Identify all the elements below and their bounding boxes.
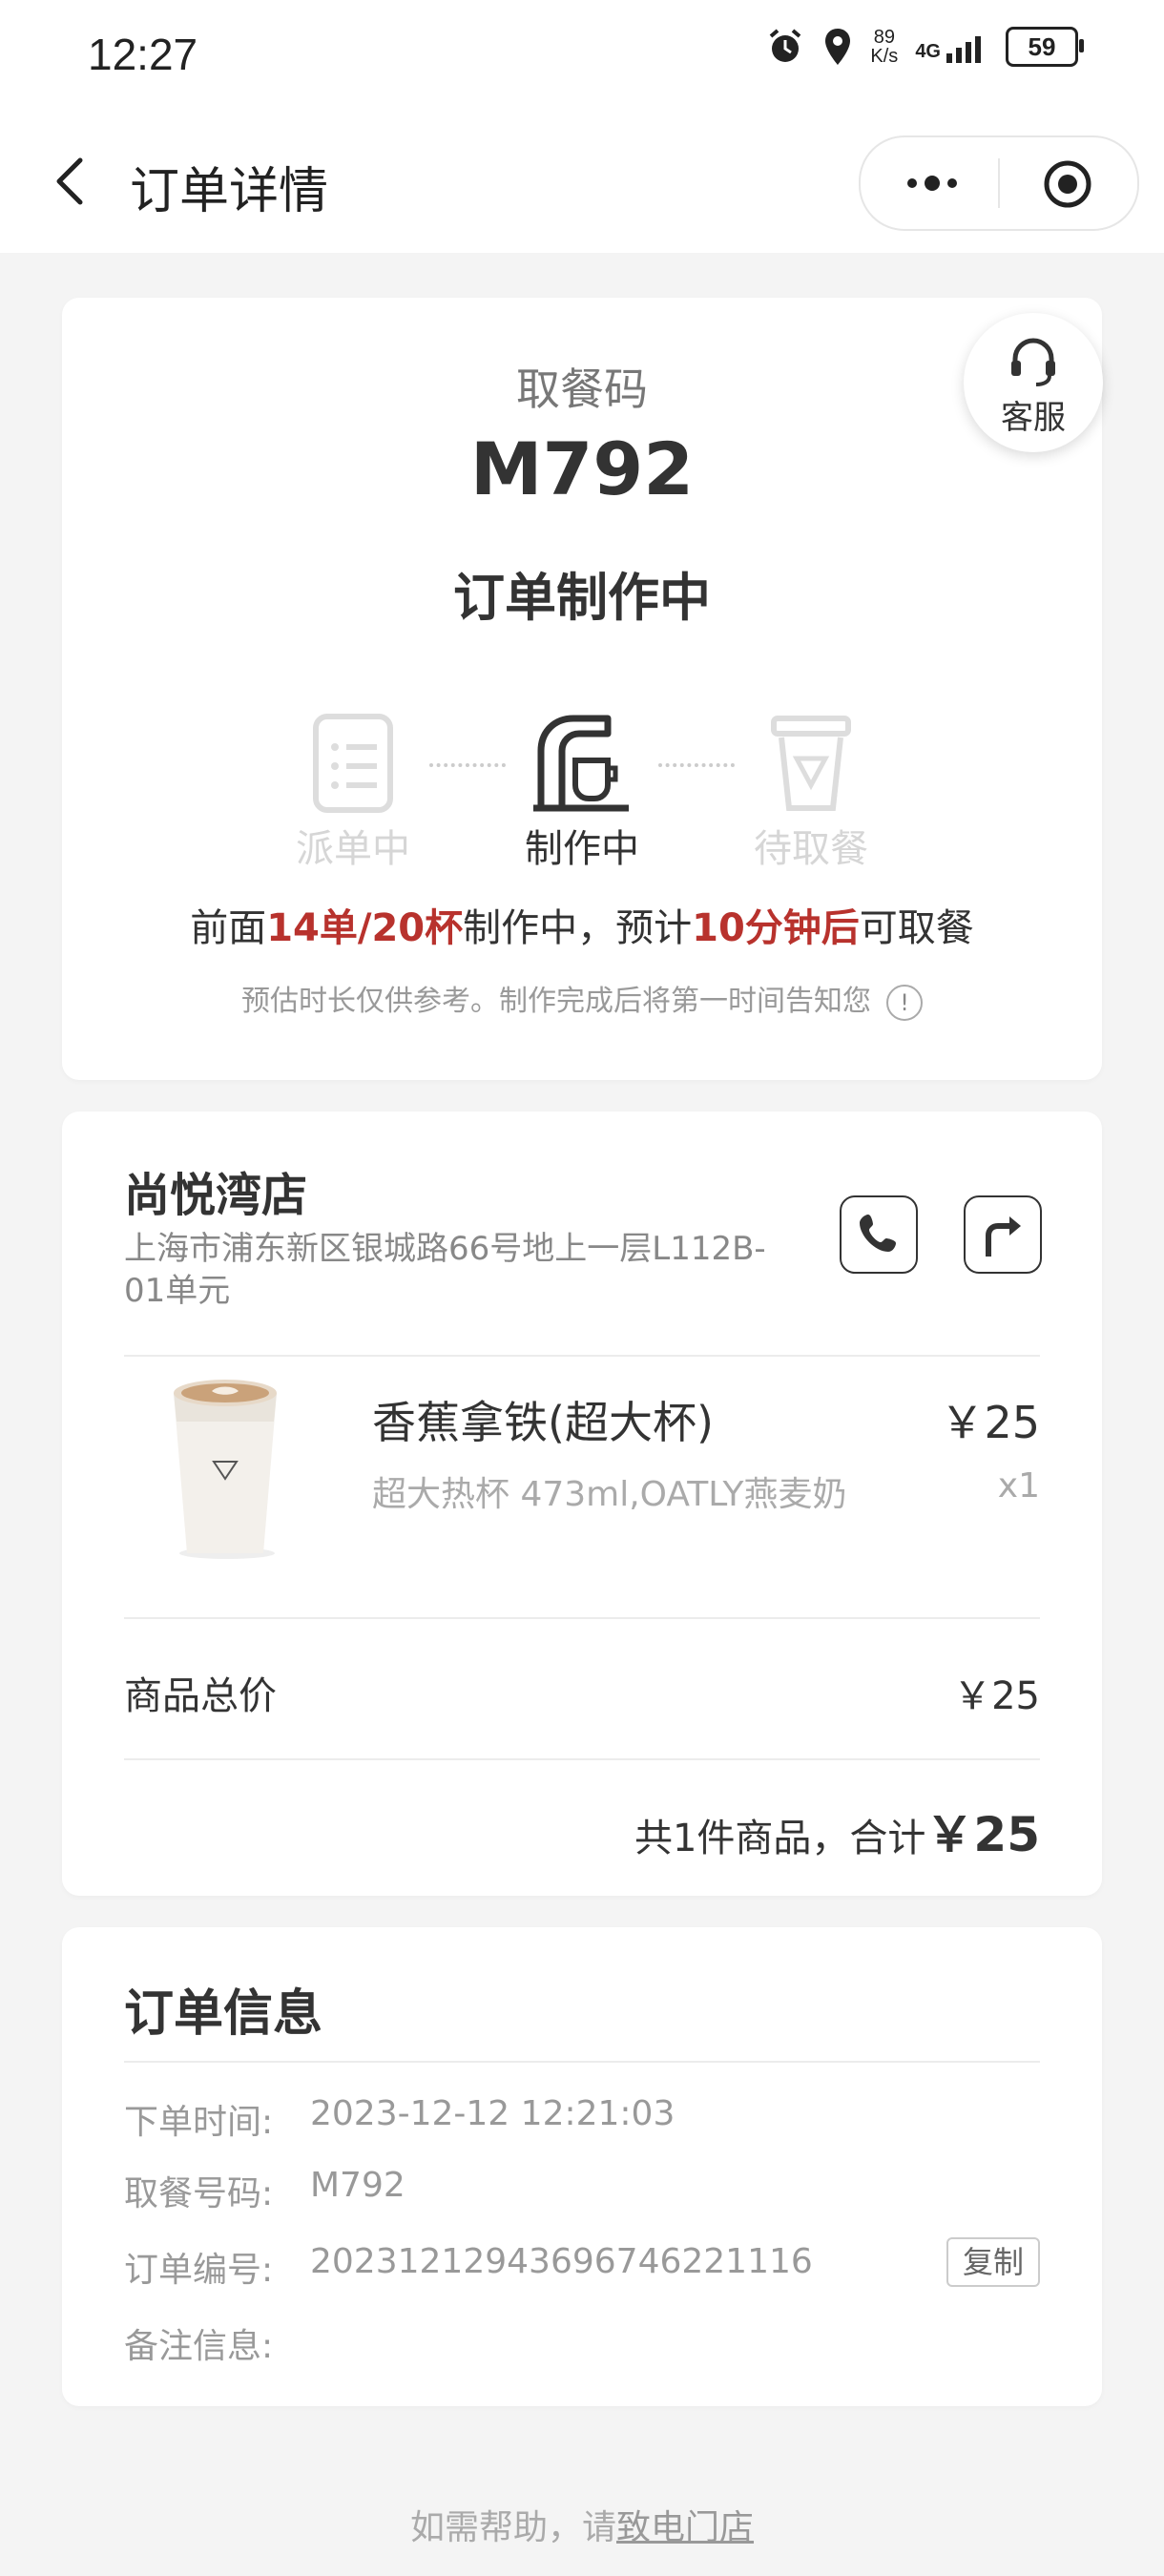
status-bar: 12:27 89 K/s 4G 59 <box>0 0 1164 114</box>
order-status-title: 订单制作中 <box>453 568 711 628</box>
product-image <box>174 1380 277 1559</box>
subtotal-value: ￥25 <box>953 1674 1040 1718</box>
product-quantity: x1 <box>997 1466 1040 1506</box>
info-row-remarks: 备注信息: <box>124 2318 273 2368</box>
signal-indicator: 4G <box>915 31 988 63</box>
divider <box>124 1758 1040 1760</box>
info-label: 备注信息: <box>124 2327 274 2366</box>
subtotal-label: 商品总价 <box>124 1674 277 1718</box>
estimate-note: 预估时长仅供参考。制作完成后将第一时间告知您! <box>62 977 1102 1021</box>
info-row-pickup-number: 取餐号码: M792 <box>124 2166 405 2215</box>
signal-icon <box>946 36 981 63</box>
step-making: 制作中 <box>487 713 677 873</box>
order-list-icon <box>313 714 393 813</box>
product-spec: 超大热杯 473ml,OATLY燕麦奶 <box>372 1475 847 1514</box>
order-status-card: 取餐码 M792 订单制作中 客服 派单中 制作中 待取餐 前面14单/20杯制… <box>62 298 1103 1080</box>
queue-count: 14单/20杯 <box>266 906 464 950</box>
alarm-icon <box>770 29 801 62</box>
divider <box>124 1617 1040 1619</box>
queue-mid: 制作中，预计 <box>463 906 693 950</box>
info-label: 取餐号码: <box>124 2174 274 2213</box>
total-prefix: 共1件商品，合计 <box>634 1817 926 1860</box>
info-icon[interactable]: ! <box>886 984 923 1021</box>
nav-bar: 订单详情 <box>0 114 1164 253</box>
queue-suffix: 可取餐 <box>859 906 974 950</box>
location-icon <box>825 29 851 65</box>
copy-order-number-button[interactable]: 复制 <box>946 2237 1040 2287</box>
product-name: 香蕉拿铁(超大杯) <box>372 1397 714 1448</box>
coffee-machine-icon <box>533 715 629 812</box>
pickup-label: 取餐码 <box>516 364 648 415</box>
help-footer: 如需帮助，请致电门店 <box>0 2500 1164 2549</box>
store-order-card: 尚悦湾店 上海市浦东新区银城路66号地上一层L112B-01单元 香蕉拿铁(超大… <box>62 1111 1102 1896</box>
info-row-order-time: 下单时间: 2023-12-12 12:21:03 <box>124 2094 675 2144</box>
total-value: ￥25 <box>925 1807 1040 1862</box>
mini-program-capsule <box>859 135 1139 231</box>
directions-icon <box>986 1216 1021 1257</box>
queue-prefix: 前面 <box>190 906 267 950</box>
order-total: 共1件商品，合计￥25 <box>634 1797 1040 1865</box>
step-ready: 待取餐 <box>716 713 906 873</box>
info-label: 下单时间: <box>124 2103 274 2142</box>
info-value: M792 <box>310 2166 405 2205</box>
step-label: 制作中 <box>525 827 639 871</box>
help-prefix: 如需帮助，请 <box>409 2508 616 2547</box>
net-speed-value: 89 <box>873 27 895 48</box>
call-store-button[interactable] <box>840 1195 918 1274</box>
store-name: 尚悦湾店 <box>124 1169 308 1222</box>
info-value: 2023-12-12 12:21:03 <box>310 2094 676 2133</box>
step-label: 待取餐 <box>754 827 868 871</box>
product-price: ￥25 <box>940 1397 1040 1448</box>
status-icons: 89 K/s 4G 59 <box>765 27 1084 67</box>
network-type: 4G <box>915 41 941 62</box>
info-value: 20231212943696746221116 <box>310 2242 813 2281</box>
estimate-note-text: 预估时长仅供参考。制作完成后将第一时间告知您 <box>241 985 871 1018</box>
divider <box>124 2061 1040 2063</box>
headset-icon <box>1011 338 1055 386</box>
net-speed: 89 K/s <box>870 28 898 66</box>
call-store-link[interactable]: 致电门店 <box>616 2508 754 2547</box>
queue-time: 10分钟后 <box>692 906 860 950</box>
phone-icon <box>860 1215 896 1252</box>
cup-icon <box>771 716 851 811</box>
step-dispatching: 派单中 <box>258 713 448 873</box>
page-title: 订单详情 <box>130 163 329 220</box>
back-icon[interactable] <box>46 153 94 210</box>
divider <box>124 1355 1040 1357</box>
status-time: 12:27 <box>88 30 198 79</box>
navigate-button[interactable] <box>964 1195 1042 1274</box>
capsule-divider <box>998 158 1000 208</box>
order-info-title: 订单信息 <box>124 1985 323 2043</box>
info-row-order-number: 订单编号: 20231212943696746221116 <box>124 2242 813 2292</box>
order-info-card: 订单信息 下单时间: 2023-12-12 12:21:03 取餐号码: M79… <box>62 1927 1102 2406</box>
queue-status-text: 前面14单/20杯制作中，预计10分钟后可取餐 <box>62 897 1102 952</box>
customer-service-button[interactable]: 客服 <box>964 313 1103 452</box>
info-label: 订单编号: <box>124 2251 274 2290</box>
step-label: 派单中 <box>296 827 410 871</box>
pickup-code: M792 <box>469 426 695 511</box>
store-address: 上海市浦东新区银城路66号地上一层L112B-01单元 <box>124 1230 766 1310</box>
battery-icon: 59 <box>1006 27 1084 67</box>
customer-service-label: 客服 <box>1001 399 1066 437</box>
net-speed-unit: K/s <box>870 46 899 67</box>
more-icon[interactable] <box>899 164 966 202</box>
close-mini-program-icon[interactable] <box>1042 158 1093 210</box>
